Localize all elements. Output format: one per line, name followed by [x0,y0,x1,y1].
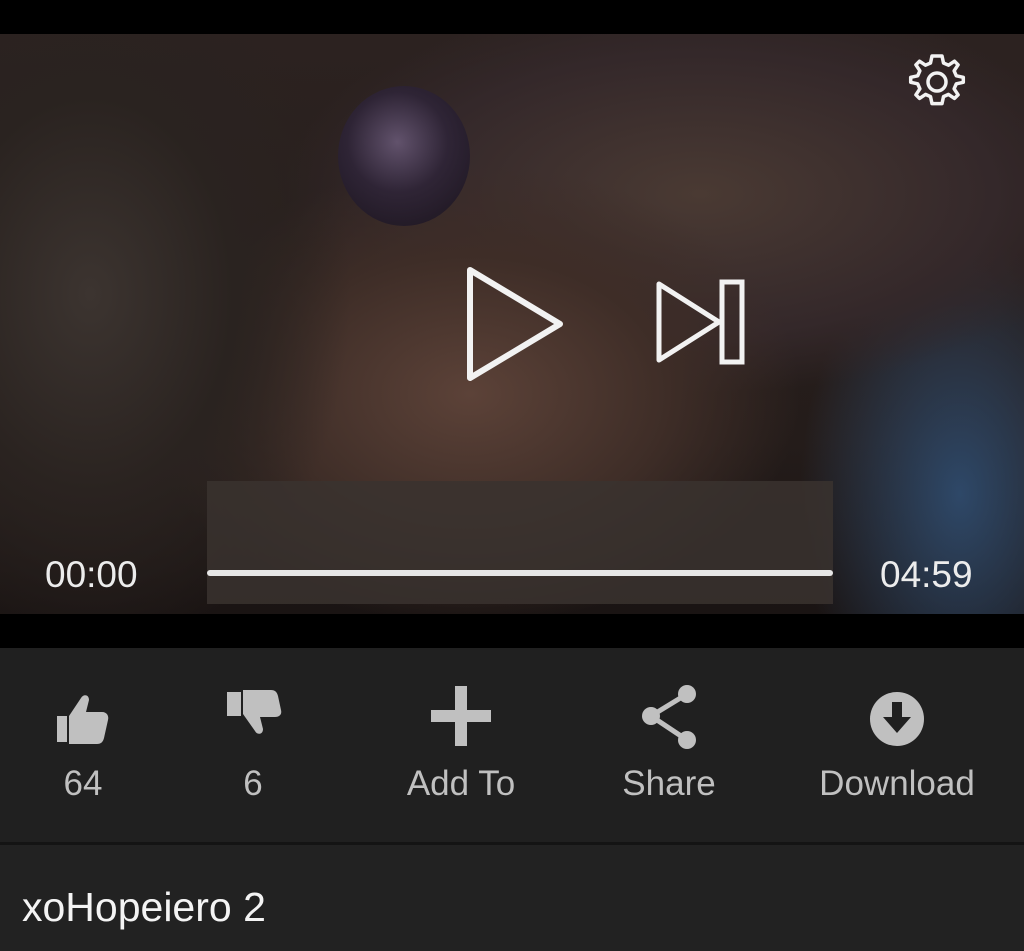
share-icon [642,685,696,749]
like-count: 64 [63,764,103,803]
video-player[interactable]: 00:00 04:59 [0,0,1024,648]
video-actions-bar: 64 6 Add To Share Download [0,648,1024,842]
download-label: Download [819,764,975,803]
video-overlay-band [207,481,833,604]
skip-next-icon [656,279,745,365]
current-time: 00:00 [45,554,138,595]
plus-icon [431,686,491,746]
download-icon [870,692,924,746]
video-content-image [338,86,470,226]
play-button[interactable] [460,262,570,386]
thumbs-up-icon [57,695,109,744]
play-icon [467,267,563,381]
share-button[interactable]: Share [584,648,754,842]
settings-gear-button[interactable] [902,46,972,116]
thumbs-down-icon [227,690,282,734]
like-button[interactable]: 64 [8,648,158,842]
dislike-count: 6 [243,764,263,803]
share-label: Share [622,764,716,803]
add-to-label: Add To [406,764,516,803]
seek-bar[interactable] [207,570,833,576]
video-title: xoHopeiero 2 [22,884,266,930]
dislike-button[interactable]: 6 [178,648,328,842]
next-track-button[interactable] [652,276,752,368]
add-to-button[interactable]: Add To [371,648,551,842]
video-info: xoHopeiero 2 [0,845,1024,951]
gear-icon [908,54,966,106]
download-button[interactable]: Download [800,648,994,842]
total-duration: 04:59 [880,554,973,595]
